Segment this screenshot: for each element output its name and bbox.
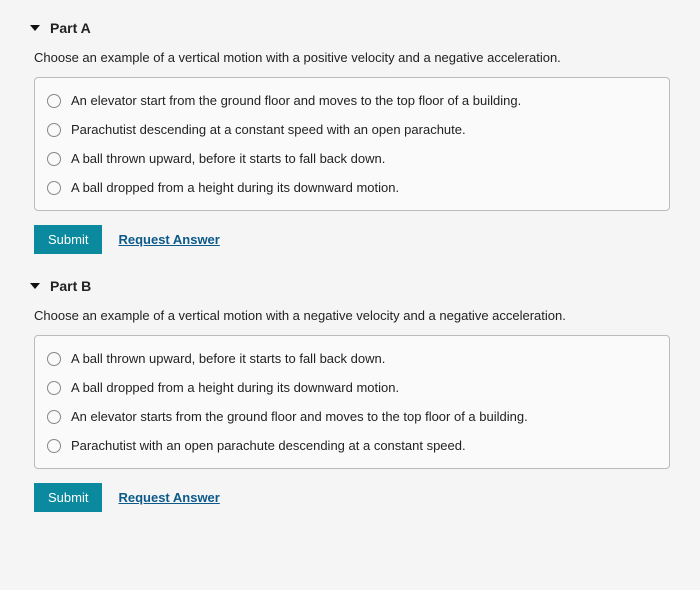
option-row[interactable]: An elevator start from the ground floor … bbox=[47, 86, 657, 115]
radio-icon[interactable] bbox=[47, 410, 61, 424]
option-label: A ball thrown upward, before it starts t… bbox=[71, 151, 385, 166]
option-label: A ball dropped from a height during its … bbox=[71, 180, 399, 195]
radio-icon[interactable] bbox=[47, 181, 61, 195]
part-b-options: A ball thrown upward, before it starts t… bbox=[34, 335, 670, 469]
submit-button[interactable]: Submit bbox=[34, 483, 102, 512]
option-label: Parachutist with an open parachute desce… bbox=[71, 438, 466, 453]
radio-icon[interactable] bbox=[47, 123, 61, 137]
request-answer-link[interactable]: Request Answer bbox=[118, 232, 219, 247]
part-b-prompt: Choose an example of a vertical motion w… bbox=[34, 308, 670, 323]
part-a-header[interactable]: Part A bbox=[30, 20, 670, 36]
option-label: A ball dropped from a height during its … bbox=[71, 380, 399, 395]
option-label: Parachutist descending at a constant spe… bbox=[71, 122, 466, 137]
option-row[interactable]: A ball thrown upward, before it starts t… bbox=[47, 144, 657, 173]
option-row[interactable]: Parachutist with an open parachute desce… bbox=[47, 431, 657, 460]
part-a-section: Part A Choose an example of a vertical m… bbox=[30, 20, 670, 254]
radio-icon[interactable] bbox=[47, 352, 61, 366]
option-row[interactable]: A ball dropped from a height during its … bbox=[47, 373, 657, 402]
option-label: An elevator starts from the ground floor… bbox=[71, 409, 528, 424]
option-row[interactable]: A ball dropped from a height during its … bbox=[47, 173, 657, 202]
part-a-title: Part A bbox=[50, 20, 91, 36]
radio-icon[interactable] bbox=[47, 94, 61, 108]
part-a-actions: Submit Request Answer bbox=[34, 225, 670, 254]
chevron-down-icon bbox=[30, 25, 40, 31]
option-row[interactable]: An elevator starts from the ground floor… bbox=[47, 402, 657, 431]
option-row[interactable]: A ball thrown upward, before it starts t… bbox=[47, 344, 657, 373]
part-a-prompt: Choose an example of a vertical motion w… bbox=[34, 50, 670, 65]
part-b-header[interactable]: Part B bbox=[30, 278, 670, 294]
option-label: An elevator start from the ground floor … bbox=[71, 93, 521, 108]
radio-icon[interactable] bbox=[47, 439, 61, 453]
option-label: A ball thrown upward, before it starts t… bbox=[71, 351, 385, 366]
option-row[interactable]: Parachutist descending at a constant spe… bbox=[47, 115, 657, 144]
part-b-section: Part B Choose an example of a vertical m… bbox=[30, 278, 670, 512]
part-a-options: An elevator start from the ground floor … bbox=[34, 77, 670, 211]
radio-icon[interactable] bbox=[47, 152, 61, 166]
request-answer-link[interactable]: Request Answer bbox=[118, 490, 219, 505]
part-b-actions: Submit Request Answer bbox=[34, 483, 670, 512]
radio-icon[interactable] bbox=[47, 381, 61, 395]
submit-button[interactable]: Submit bbox=[34, 225, 102, 254]
part-b-title: Part B bbox=[50, 278, 91, 294]
chevron-down-icon bbox=[30, 283, 40, 289]
